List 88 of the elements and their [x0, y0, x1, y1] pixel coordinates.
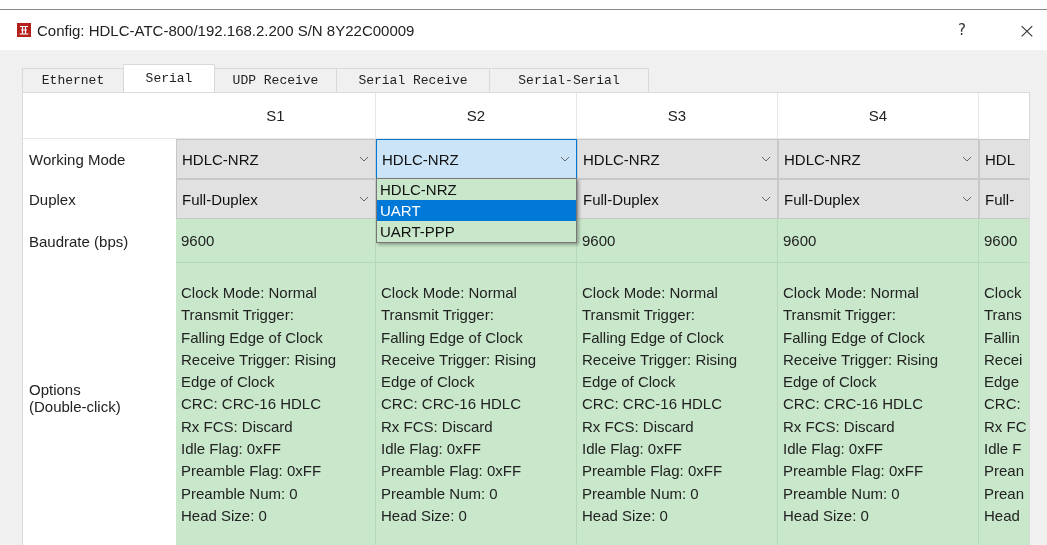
chevron-down-icon: [962, 156, 972, 162]
table-cell: 9600: [176, 219, 376, 263]
dropdown-option[interactable]: UART-PPP: [377, 221, 576, 242]
chevron-down-icon: [359, 196, 369, 202]
help-button[interactable]: ?: [952, 21, 972, 39]
app-logo-icon: [17, 23, 31, 37]
option-text: Rx FCS: Discard: [783, 416, 895, 437]
chevron-down-icon: [962, 196, 972, 202]
tab[interactable]: Serial: [123, 64, 215, 92]
option-text: Recei: [984, 349, 1023, 370]
option-text: Head Size: 0: [783, 505, 869, 526]
option-text: Head: [984, 505, 1020, 526]
option-text: CRC: CRC-16 HDLC: [783, 394, 924, 415]
option-text: CRC:: [984, 394, 1021, 415]
option-text: Edge: [984, 372, 1020, 393]
option-text: Receive Trigger: Rising: [783, 349, 939, 370]
option-text: Transmit Trigger:: [381, 305, 494, 326]
option-text: Rx FCS: Discard: [381, 416, 493, 437]
option-text: Receive Trigger: Rising: [181, 349, 337, 370]
option-text: Preamble Num: 0: [582, 483, 699, 504]
option-text: Receive Trigger: Rising: [381, 349, 537, 370]
option-text: Preamble Flag: 0xFF: [381, 461, 522, 482]
option-text: Clock: [984, 283, 1022, 303]
option-text: Edge of Clock: [783, 372, 877, 393]
table-cell: 9600: [577, 219, 778, 263]
dropdown-field[interactable]: HDLC-NRZ: [778, 139, 979, 179]
chevron-down-icon: [359, 156, 369, 162]
option-text: Idle Flag: 0xFF: [783, 439, 884, 460]
option-text: Receive Trigger: Rising: [582, 349, 738, 370]
dropdown-field[interactable]: HDL: [979, 139, 1029, 179]
option-text: Preamble Num: 0: [783, 483, 900, 504]
option-text: Clock Mode: Normal: [181, 283, 317, 303]
option-text: Falling Edge of Clock: [783, 327, 925, 348]
option-text: Falling Edge of Clock: [181, 327, 323, 348]
option-text: Head Size: 0: [381, 505, 467, 526]
close-button[interactable]: ×: [1017, 17, 1037, 43]
option-text: Idle Flag: 0xFF: [181, 439, 282, 460]
option-text: Head Size: 0: [181, 505, 267, 526]
option-text: Preamble Flag: 0xFF: [181, 461, 322, 482]
option-text: Edge of Clock: [181, 372, 275, 393]
option-text: Preamble Num: 0: [381, 483, 498, 504]
option-text: Head Size: 0: [582, 505, 668, 526]
option-text: Edge of Clock: [381, 372, 475, 393]
option-text: Clock Mode: Normal: [783, 283, 919, 303]
row-label: Duplex: [28, 189, 77, 210]
option-text: Idle Flag: 0xFF: [582, 439, 683, 460]
option-text: CRC: CRC-16 HDLC: [181, 394, 322, 415]
row-label: Working Mode: [28, 149, 127, 170]
row-label: Options (Double-click): [28, 380, 122, 417]
option-text: Preamble Num: 0: [181, 483, 298, 504]
dropdown-option[interactable]: HDLC-NRZ: [377, 179, 576, 200]
option-text: Clock Mode: Normal: [381, 283, 517, 303]
chevron-down-icon: [761, 196, 771, 202]
option-text: Rx FC: [984, 416, 1027, 437]
option-text: Trans: [984, 305, 1022, 326]
table-cell: 9600: [778, 219, 979, 263]
option-text: Fallin: [984, 327, 1020, 348]
option-text: Transmit Trigger:: [582, 305, 695, 326]
option-text: Idle F: [984, 439, 1022, 460]
window-title: Config: HDLC-ATC-800/192.168.2.200 S/N 8Y22C00009: [37, 21, 416, 39]
option-text: Rx FCS: Discard: [181, 416, 293, 437]
dropdown-field[interactable]: HDLC-NRZ: [577, 139, 778, 179]
table-cell: 9600: [979, 219, 1029, 263]
option-text: Rx FCS: Discard: [582, 416, 694, 437]
option-text: Transmit Trigger:: [181, 305, 294, 326]
option-text: CRC: CRC-16 HDLC: [582, 394, 723, 415]
dropdown-field[interactable]: Full-Duplex: [577, 179, 778, 219]
dropdown-field[interactable]: Full-Duplex: [778, 179, 979, 219]
chevron-down-icon: [560, 156, 570, 162]
option-text: Edge of Clock: [582, 372, 676, 393]
tab[interactable]: Serial-Serial: [489, 68, 649, 92]
dropdown-field[interactable]: Full-Duplex: [176, 179, 376, 219]
option-text: Falling Edge of Clock: [582, 327, 724, 348]
option-text: Transmit Trigger:: [783, 305, 896, 326]
tab[interactable]: Ethernet: [22, 68, 124, 92]
dropdown-field[interactable]: HDLC-NRZ: [176, 139, 376, 179]
chevron-down-icon: [761, 156, 771, 162]
row-label: Baudrate (bps): [28, 231, 130, 252]
dropdown-option[interactable]: UART: [377, 200, 576, 221]
option-text: Prean: [984, 483, 1025, 504]
option-text: Preamble Flag: 0xFF: [582, 461, 723, 482]
option-text: Preamble Flag: 0xFF: [783, 461, 924, 482]
option-text: Idle Flag: 0xFF: [381, 439, 482, 460]
option-text: CRC: CRC-16 HDLC: [381, 394, 522, 415]
option-text: Falling Edge of Clock: [381, 327, 523, 348]
dropdown-field[interactable]: Full-: [979, 179, 1029, 219]
option-text: Clock Mode: Normal: [582, 283, 718, 303]
option-text: Prean: [984, 461, 1025, 482]
